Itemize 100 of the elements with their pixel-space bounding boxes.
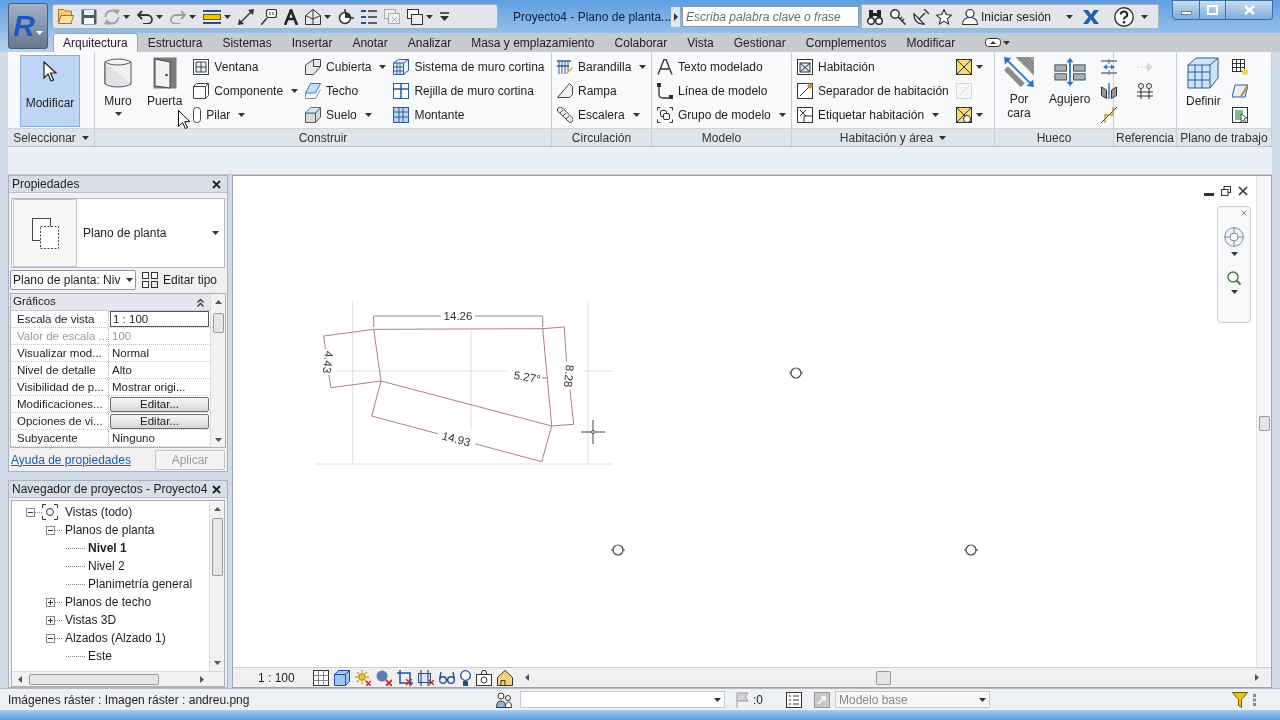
key-icon[interactable] — [890, 8, 906, 25]
tree-item[interactable]: Planimetría general — [87, 575, 194, 593]
close-icon[interactable] — [1238, 186, 1248, 196]
tree-item[interactable]: Planos de planta — [64, 521, 156, 539]
panel-menu-button[interactable]: Habitación y área — [839, 128, 947, 147]
large-tool-button[interactable]: Muro — [99, 55, 137, 127]
caret-icon[interactable] — [1141, 14, 1149, 19]
scrollbar-thumb[interactable] — [212, 313, 224, 333]
tool-button[interactable]: Suelo — [304, 103, 388, 127]
minus-box-icon[interactable] — [46, 525, 55, 535]
panel-menu-button[interactable]: Seleccionar — [13, 128, 89, 147]
lightbulb-icon[interactable] — [460, 669, 471, 686]
caret-icon[interactable] — [324, 14, 331, 19]
ribbon-tab[interactable]: Complementos — [795, 33, 897, 52]
edit-button[interactable]: Editar... — [110, 396, 210, 412]
ribbon-tab[interactable]: Masa y emplazamiento — [461, 33, 605, 52]
caret-icon[interactable] — [1230, 252, 1238, 256]
ribbon-tab[interactable]: Sistemas — [212, 33, 282, 52]
scrollbar-thumb[interactable] — [29, 673, 159, 685]
sun-icon[interactable] — [355, 669, 371, 686]
eyeglasses-icon[interactable] — [439, 671, 455, 684]
caret-icon[interactable] — [224, 14, 231, 19]
close-icon[interactable] — [212, 484, 221, 494]
ribbon-tab[interactable]: Gestionar — [723, 33, 796, 52]
tree-item[interactable]: Vistas (todo) — [64, 503, 134, 521]
plus-box-icon[interactable] — [46, 597, 55, 607]
ribbon-tab[interactable]: Arquitectura — [53, 33, 138, 52]
tool-button[interactable]: Rampa — [556, 79, 648, 103]
list-window-icon[interactable] — [786, 691, 802, 708]
tool-button[interactable]: Separador de habitación — [796, 79, 950, 103]
tool-button[interactable]: Línea de modelo — [656, 79, 787, 103]
crop-icon[interactable] — [397, 669, 413, 686]
tree-item[interactable]: Alzados (Alzado 1) — [64, 629, 167, 647]
house-icon[interactable] — [497, 669, 513, 686]
tool-button[interactable]: Barandilla — [556, 55, 648, 79]
caret-icon[interactable] — [1230, 290, 1238, 294]
scroll-right-arrow-icon[interactable] — [200, 675, 204, 683]
horizontal-scrollbar[interactable] — [12, 671, 224, 686]
scroll-up-arrow-icon[interactable] — [213, 507, 221, 511]
tool-button[interactable]: Sistema de muro cortina — [392, 55, 546, 79]
undo-arrow-icon[interactable] — [137, 9, 153, 24]
tool-button[interactable]: Grupo de modelo — [656, 103, 787, 127]
close-icon[interactable] — [212, 179, 221, 189]
tool-button[interactable]: Escalera — [556, 103, 648, 127]
scroll-right-arrow-icon[interactable] — [1255, 674, 1259, 681]
hatched-square-icon[interactable] — [313, 669, 329, 686]
restore-icon[interactable] — [1221, 186, 1231, 196]
minus-box-icon[interactable] — [26, 507, 35, 517]
house-icon[interactable] — [305, 8, 321, 25]
large-tool-button[interactable]: Definir — [1181, 55, 1226, 127]
property-value-field[interactable]: 1 : 100 — [110, 311, 210, 327]
people-icon[interactable] — [496, 691, 512, 708]
crop-region-icon[interactable] — [418, 669, 434, 686]
shaded-cube-icon[interactable] — [334, 669, 350, 686]
filter-funnel-icon[interactable] — [1232, 691, 1248, 708]
scroll-left-arrow-icon[interactable] — [18, 675, 22, 683]
x-logo-icon[interactable] — [1083, 9, 1100, 24]
folder-icon[interactable] — [58, 9, 74, 24]
large-tool-button[interactable]: Agujero — [1044, 55, 1096, 127]
tree-item[interactable]: Nivel 1 — [87, 539, 128, 557]
minus-box-icon[interactable] — [46, 633, 55, 643]
toolbar-menu-icon[interactable] — [440, 12, 449, 21]
section-marker-icon[interactable] — [338, 8, 354, 25]
tool-button[interactable]: Montante — [392, 103, 546, 127]
plus-box-icon[interactable] — [46, 615, 55, 625]
tool-button[interactable]: Componente — [192, 79, 300, 103]
tag-leader-icon[interactable] — [261, 8, 277, 25]
line-weight-icon[interactable] — [361, 9, 377, 24]
tool-button[interactable]: Techo — [304, 79, 388, 103]
scroll-down-arrow-icon[interactable] — [214, 438, 222, 442]
tool-button[interactable]: Rejilla de muro cortina — [392, 79, 546, 103]
user-icon[interactable] — [962, 8, 978, 25]
tool-button[interactable]: Cubierta — [304, 55, 388, 79]
zoom-icon[interactable] — [1227, 271, 1241, 285]
dropdown-field[interactable] — [520, 691, 725, 708]
steering-wheel-icon[interactable] — [1224, 227, 1244, 247]
minimize-button[interactable] — [1172, 0, 1200, 20]
satellite-dish-icon[interactable] — [913, 8, 929, 25]
caret-icon[interactable] — [156, 14, 163, 19]
caret-icon[interactable] — [1003, 40, 1011, 45]
vertical-scrollbar[interactable] — [209, 501, 224, 671]
help-icon[interactable] — [1114, 6, 1135, 27]
edit-button[interactable]: Editar... — [110, 413, 210, 429]
tool-button[interactable]: Habitación — [796, 55, 950, 79]
tool-button[interactable]: Texto modelado — [656, 55, 787, 79]
tree-item[interactable]: Planos de techo — [64, 593, 153, 611]
tree-item[interactable]: Este — [87, 647, 113, 665]
tree-item[interactable]: Vistas 3D — [64, 611, 118, 629]
search-field[interactable]: Escriba palabra clave o frase — [682, 6, 859, 27]
camera-icon[interactable] — [476, 669, 492, 686]
ribbon-tab[interactable]: Estructura — [137, 33, 213, 52]
tool-button[interactable]: Ventana — [192, 55, 300, 79]
modify-tool-button[interactable]: Modificar — [20, 55, 80, 127]
vertical-scrollbar[interactable] — [210, 294, 225, 447]
ribbon-tab[interactable]: Modificar — [896, 33, 966, 52]
scrollbar-thumb[interactable] — [211, 518, 223, 576]
scroll-down-arrow-icon[interactable] — [213, 661, 221, 665]
overlapping-windows-icon[interactable] — [407, 8, 423, 25]
ribbon-tab[interactable]: Colaborar — [604, 33, 678, 52]
caret-icon[interactable] — [426, 14, 433, 19]
